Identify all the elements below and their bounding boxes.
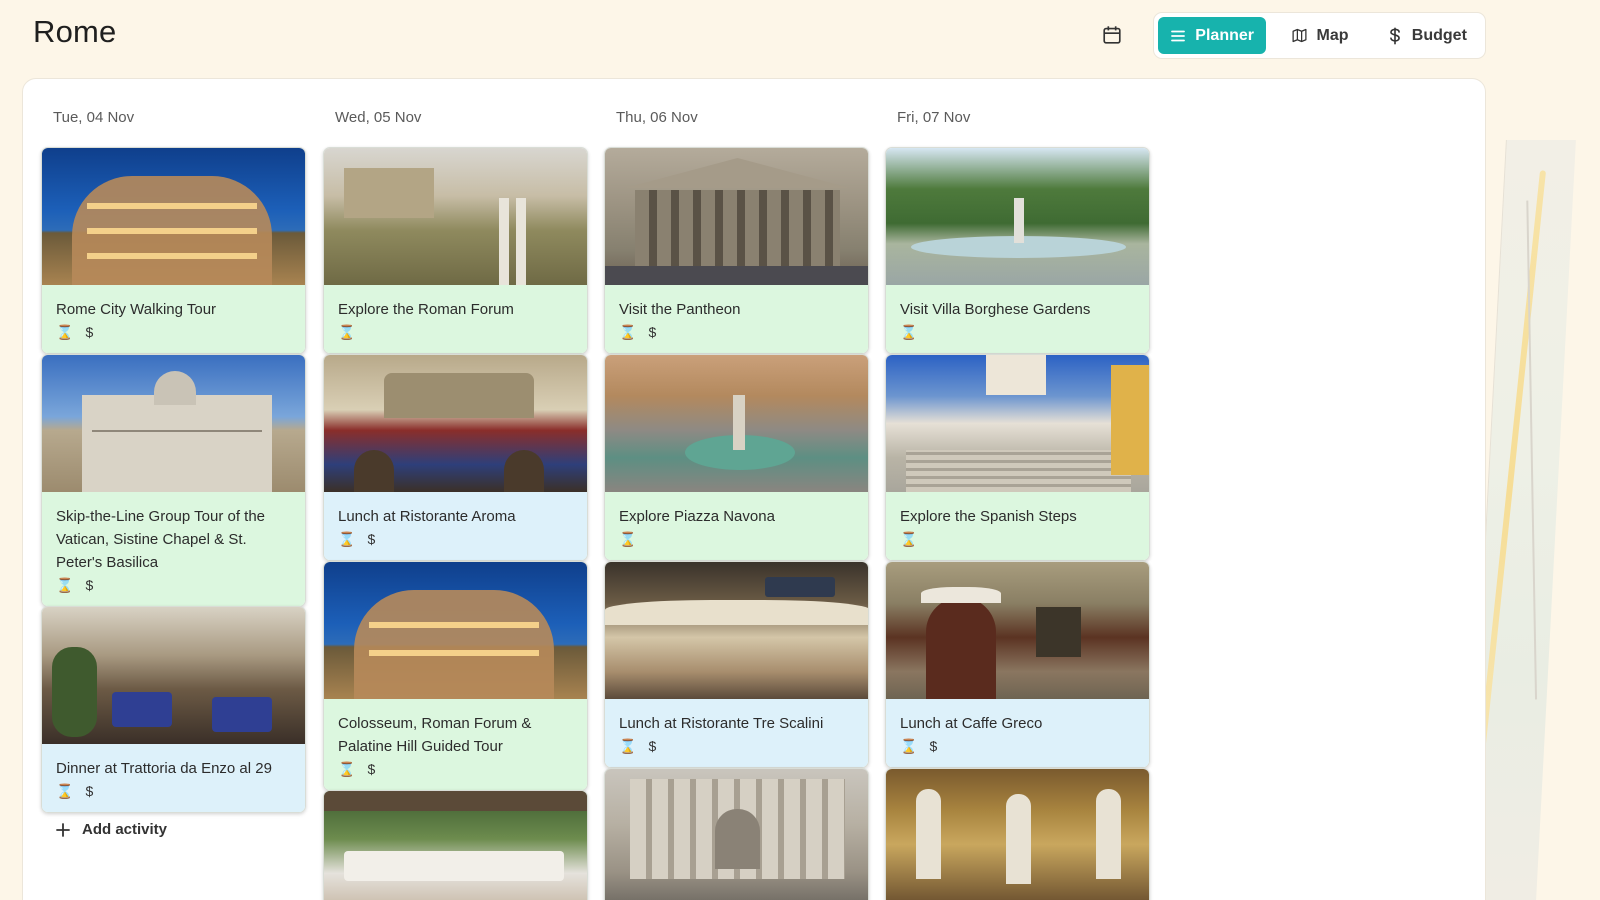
plus-icon xyxy=(56,822,70,837)
card-title: Explore the Roman Forum xyxy=(338,301,514,318)
restaurant-photo xyxy=(886,562,1149,699)
day-label: Thu, 06 Nov xyxy=(616,109,698,126)
hourglass-icon: ⌛ xyxy=(338,760,356,777)
card-title: Visit the Pantheon xyxy=(619,301,741,318)
list-icon xyxy=(1171,30,1186,41)
hourglass-icon: ⌛ xyxy=(56,782,74,799)
activity-card[interactable]: Explore Piazza Navona ⌛ xyxy=(604,354,869,561)
restaurant-photo xyxy=(324,355,587,492)
card-title: Lunch at Ristorante Aroma xyxy=(338,508,516,525)
day-label: Wed, 05 Nov xyxy=(335,109,422,126)
budget-tab-label: Budget xyxy=(1411,26,1467,44)
planner-tab[interactable]: Planner xyxy=(1158,17,1267,54)
card-title: Rome City Walking Tour xyxy=(56,301,217,318)
activity-card[interactable] xyxy=(885,768,1150,900)
hourglass-icon: ⌛ xyxy=(619,737,637,754)
activity-photo xyxy=(324,148,587,285)
calendar-icon xyxy=(1103,26,1121,44)
hourglass-icon: ⌛ xyxy=(900,323,918,340)
planner-tab-label: Planner xyxy=(1195,26,1254,44)
activity-card[interactable]: Explore the Roman Forum ⌛ xyxy=(323,147,588,354)
activity-photo xyxy=(605,148,868,285)
meal-card[interactable]: Lunch at Caffe Greco ⌛ $ xyxy=(885,561,1150,768)
activity-card[interactable]: Skip-the-Line Group Tour of the Vatican,… xyxy=(41,354,306,607)
meal-card[interactable]: Dinner at Trattoria da Enzo al 29 ⌛ $ xyxy=(41,606,306,813)
card-title: Explore the Spanish Steps xyxy=(900,508,1077,525)
activity-card[interactable]: Colosseum, Roman Forum & Palatine Hill G… xyxy=(323,561,588,791)
activity-photo xyxy=(605,769,868,900)
hourglass-icon: ⌛ xyxy=(56,323,74,340)
dollar-icon xyxy=(1389,27,1400,44)
restaurant-photo xyxy=(324,791,587,900)
hourglass-icon: ⌛ xyxy=(619,323,637,340)
hourglass-icon: ⌛ xyxy=(338,323,356,340)
meal-card[interactable]: Lunch at Ristorante Aroma ⌛ $ xyxy=(323,354,588,561)
activity-card[interactable] xyxy=(604,768,869,900)
add-activity-label: Add activity xyxy=(82,821,168,838)
card-title: Visit Villa Borghese Gardens xyxy=(900,301,1091,318)
hourglass-icon: ⌛ xyxy=(338,530,356,547)
day-label: Fri, 07 Nov xyxy=(897,109,971,126)
budget-tab[interactable]: Budget xyxy=(1373,17,1481,54)
card-title: Colosseum, Roman Forum & Palatine Hill G… xyxy=(338,715,532,755)
activity-photo xyxy=(42,355,305,492)
activity-card[interactable]: Visit Villa Borghese Gardens ⌛ xyxy=(885,147,1150,354)
hourglass-icon: ⌛ xyxy=(900,737,918,754)
activity-card[interactable]: Rome City Walking Tour ⌛ $ xyxy=(41,147,306,354)
map-icon xyxy=(1291,28,1307,43)
hourglass-icon: ⌛ xyxy=(619,530,637,547)
restaurant-photo xyxy=(605,562,868,699)
day-label: Tue, 04 Nov xyxy=(53,109,135,126)
cost-icon: $ xyxy=(85,783,94,799)
activity-photo xyxy=(42,148,305,285)
planner-board: Tue, 04 Nov Rome City Walking Tour ⌛ $ S… xyxy=(22,78,1486,900)
hourglass-icon: ⌛ xyxy=(56,576,74,593)
hourglass-icon: ⌛ xyxy=(900,530,918,547)
card-title: Dinner at Trattoria da Enzo al 29 xyxy=(56,760,272,777)
activity-photo xyxy=(886,148,1149,285)
map-tab-label: Map xyxy=(1316,26,1349,44)
page-title: Rome xyxy=(33,14,117,49)
cost-icon: $ xyxy=(648,324,657,340)
activity-card[interactable]: Visit the Pantheon ⌛ $ xyxy=(604,147,869,354)
activity-photo xyxy=(886,355,1149,492)
card-title: Lunch at Caffe Greco xyxy=(900,715,1043,732)
activity-card[interactable]: Explore the Spanish Steps ⌛ xyxy=(885,354,1150,561)
activity-photo xyxy=(605,355,868,492)
meal-card[interactable]: Lunch at Ristorante Tre Scalini ⌛ $ xyxy=(604,561,869,768)
cost-icon: $ xyxy=(929,738,938,754)
cost-icon: $ xyxy=(648,738,657,754)
card-title: Skip-the-Line Group Tour of the Vatican,… xyxy=(56,508,266,571)
cost-icon: $ xyxy=(367,531,376,547)
restaurant-photo xyxy=(42,607,305,744)
activity-card[interactable] xyxy=(323,790,588,900)
activity-photo xyxy=(886,769,1149,900)
view-switcher: Planner Map Budget xyxy=(1153,12,1486,59)
card-title: Explore Piazza Navona xyxy=(619,508,775,525)
add-activity-button[interactable]: Add activity xyxy=(56,821,167,838)
cost-icon: $ xyxy=(367,761,376,777)
cost-icon: $ xyxy=(85,577,94,593)
map-tab[interactable]: Map xyxy=(1270,17,1368,54)
activity-photo xyxy=(324,562,587,699)
card-title: Lunch at Ristorante Tre Scalini xyxy=(619,715,824,732)
calendar-button[interactable] xyxy=(1097,20,1127,50)
cost-icon: $ xyxy=(85,324,94,340)
